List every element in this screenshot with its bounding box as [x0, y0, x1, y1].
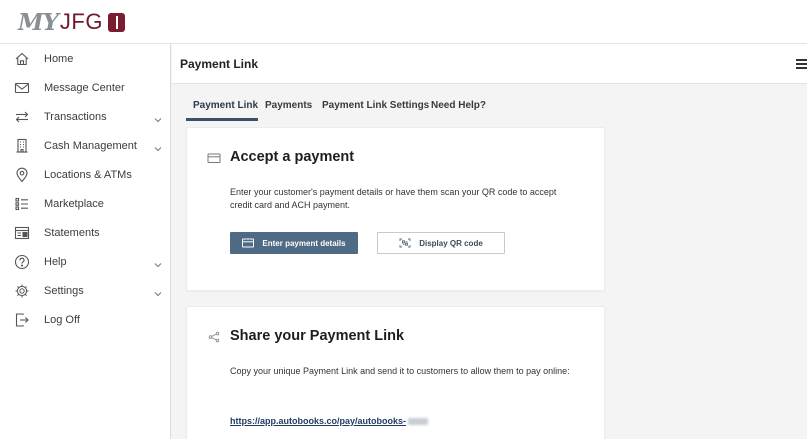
accept-payment-card: Accept a payment Enter your customer's p… [186, 127, 605, 291]
chevron-down-icon[interactable] [153, 112, 163, 122]
sidebar-item-label: Transactions [44, 110, 107, 123]
chevron-down-icon[interactable] [153, 141, 163, 151]
sidebar-item-statements[interactable]: Statements [0, 218, 171, 247]
payment-link-text: https://app.autobooks.co/pay/autobooks- [230, 416, 407, 426]
transfer-arrows-icon [14, 109, 30, 125]
display-qr-code-button[interactable]: Display QR code [377, 232, 505, 254]
sidebar-item-help[interactable]: Help [0, 247, 171, 276]
sidebar-item-log-off[interactable]: Log Off [0, 305, 171, 334]
button-label: Enter payment details [262, 238, 346, 248]
logo-brand-text: JFG [59, 9, 103, 34]
enter-payment-details-button[interactable]: Enter payment details [230, 232, 358, 254]
share-payment-link-card: Share your Payment Link Copy your unique… [186, 306, 605, 439]
credit-card-icon [242, 238, 255, 248]
brand-logo[interactable]: MY JFG [18, 8, 125, 36]
share-icon [207, 330, 221, 344]
top-bar: MY JFG [0, 0, 807, 44]
sidebar-item-home[interactable]: Home [0, 44, 171, 73]
list-icon [14, 196, 30, 212]
sidebar-item-message-center[interactable]: Message Center [0, 73, 171, 102]
card-title: Share your Payment Link [230, 328, 405, 344]
tab-payment-link-settings[interactable]: Payment Link Settings [322, 100, 429, 111]
payment-link-url[interactable]: https://app.autobooks.co/pay/autobooks- [230, 416, 429, 426]
sidebar-item-settings[interactable]: Settings [0, 276, 171, 305]
logout-icon [14, 312, 30, 328]
card-description: Enter your customer's payment details or… [230, 187, 557, 210]
home-icon [14, 51, 30, 67]
sidebar-item-label: Cash Management [44, 139, 137, 152]
chevron-down-icon[interactable] [153, 257, 163, 267]
sidebar-item-marketplace[interactable]: Marketplace [0, 189, 171, 218]
sidebar-item-label: Settings [44, 284, 84, 297]
sidebar-item-label: Locations & ATMs [44, 168, 132, 181]
sidebar-item-label: Log Off [44, 313, 80, 326]
card-title: Accept a payment [230, 149, 355, 165]
sidebar-item-transactions[interactable]: Transactions [0, 102, 171, 131]
tab-need-help[interactable]: Need Help? [431, 100, 486, 111]
logo-mark-icon [107, 12, 125, 32]
button-label: Display QR code [419, 238, 483, 248]
qr-code-icon [399, 238, 411, 248]
tab-payments[interactable]: Payments [265, 100, 312, 111]
active-tab-indicator [186, 118, 258, 121]
page-title: Payment Link [180, 57, 259, 71]
main-header: Payment Link [172, 44, 807, 84]
sidebar-item-label: Message Center [44, 81, 125, 94]
redacted-link-suffix [408, 418, 429, 426]
envelope-icon [14, 80, 30, 96]
sidebar-item-cash-management[interactable]: Cash Management [0, 131, 171, 160]
logo-my-text: MY [18, 8, 59, 36]
credit-card-icon [207, 151, 221, 165]
card-description: Copy your unique Payment Link and send i… [230, 366, 570, 376]
tab-payment-link[interactable]: Payment Link [193, 100, 258, 111]
map-pin-icon [14, 167, 30, 183]
tab-bar: Payment Link Payments Payment Link Setti… [172, 84, 807, 124]
gear-icon [14, 283, 30, 299]
sidebar-item-label: Marketplace [44, 197, 104, 210]
sidebar-item-locations-atms[interactable]: Locations & ATMs [0, 160, 171, 189]
sidebar-item-label: Help [44, 255, 67, 268]
sidebar: Home Message Center Transactions Cash Ma… [0, 44, 171, 439]
sidebar-item-label: Statements [44, 226, 100, 239]
chevron-down-icon[interactable] [153, 286, 163, 296]
building-icon [14, 138, 30, 154]
hamburger-menu-icon[interactable] [796, 59, 807, 69]
statement-icon [14, 225, 30, 241]
question-icon [14, 254, 30, 270]
sidebar-item-label: Home [44, 52, 74, 65]
